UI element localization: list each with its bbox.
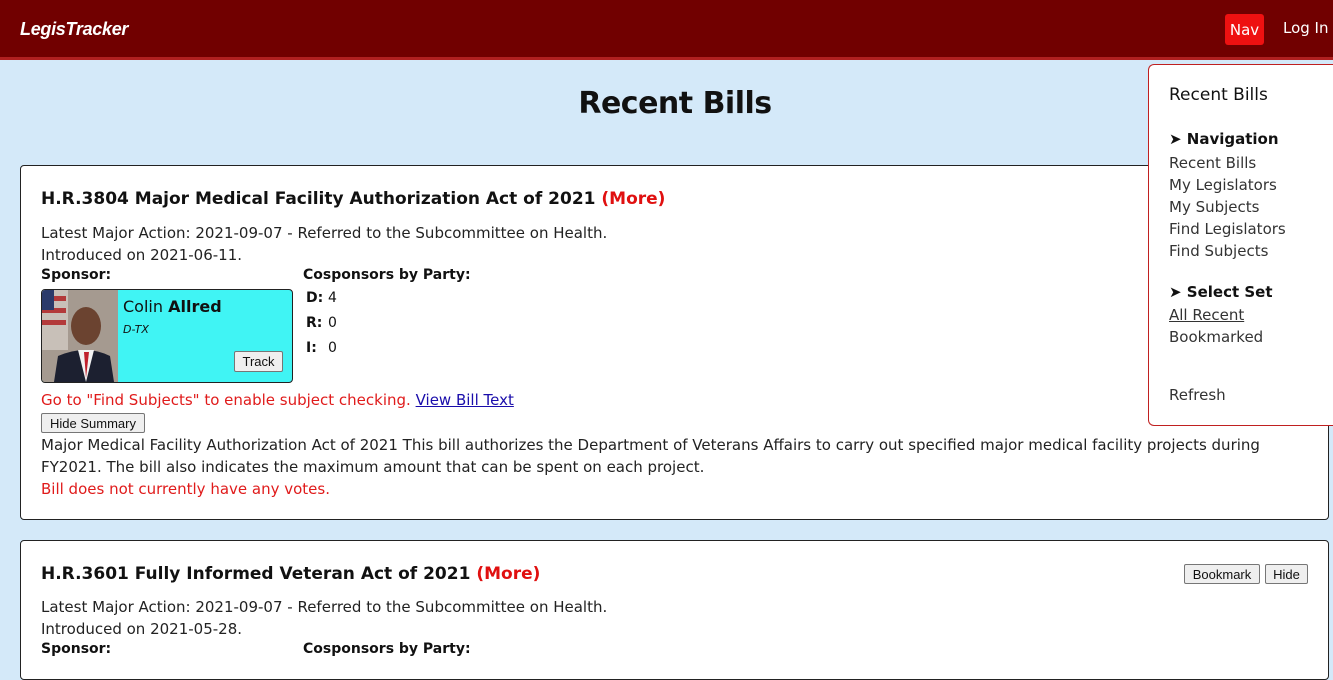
latest-action: Latest Major Action: 2021-09-07 - Referr… xyxy=(41,598,608,616)
nav-item-recent-bills[interactable]: Recent Bills xyxy=(1169,154,1256,172)
cosponsor-row-d: D: 4 xyxy=(306,290,337,306)
bill-summary: Major Medical Facility Authorization Act… xyxy=(41,436,1260,476)
set-item-bookmarked[interactable]: Bookmarked xyxy=(1169,328,1263,346)
refresh-link[interactable]: Refresh xyxy=(1169,386,1226,404)
sponsor-name: Colin Allred xyxy=(123,297,222,316)
top-bar: LegisTracker Nav Log In xyxy=(0,0,1333,60)
party-label: I: xyxy=(306,340,317,356)
party-label: R: xyxy=(306,315,323,331)
party-count: 0 xyxy=(328,315,337,331)
cosponsor-row-r: R: 0 xyxy=(306,315,337,331)
nav-dropdown-menu: Recent Bills ➤ Navigation Recent Bills M… xyxy=(1148,64,1333,426)
page-title: Recent Bills xyxy=(578,86,772,121)
hide-button[interactable]: Hide xyxy=(1265,564,1308,584)
party-count: 4 xyxy=(328,290,337,306)
bill-title-text: H.R.3601 Fully Informed Veteran Act of 2… xyxy=(41,564,471,584)
cosponsor-row-i: I: 0 xyxy=(306,340,337,356)
sponsor-portrait-image xyxy=(42,290,118,382)
view-bill-text-link[interactable]: View Bill Text xyxy=(416,391,514,409)
nav-item-my-subjects[interactable]: My Subjects xyxy=(1169,198,1259,216)
sponsor-label: Sponsor: xyxy=(41,267,112,283)
sponsor-last-name: Allred xyxy=(168,297,222,316)
latest-action: Latest Major Action: 2021-09-07 - Referr… xyxy=(41,224,608,242)
bill-title: H.R.3804 Major Medical Facility Authoriz… xyxy=(41,189,665,209)
subject-notice: Go to "Find Subjects" to enable subject … xyxy=(41,391,411,409)
nav-item-find-legislators[interactable]: Find Legislators xyxy=(1169,220,1286,238)
bill-card: H.R.3804 Major Medical Facility Authoriz… xyxy=(20,165,1329,520)
bill-card: H.R.3601 Fully Informed Veteran Act of 2… xyxy=(20,540,1329,680)
bookmark-button[interactable]: Bookmark xyxy=(1184,564,1260,584)
cosponsors-label: Cosponsors by Party: xyxy=(303,267,471,283)
subject-notice-line: Go to "Find Subjects" to enable subject … xyxy=(41,391,514,409)
nav-button[interactable]: Nav xyxy=(1225,14,1264,45)
menu-heading: Recent Bills xyxy=(1169,85,1268,105)
sponsor-photo xyxy=(42,290,118,382)
sponsor-card[interactable]: Colin Allred D-TX Track xyxy=(41,289,293,383)
login-link[interactable]: Log In xyxy=(1283,19,1329,37)
nav-item-my-legislators[interactable]: My Legislators xyxy=(1169,176,1277,194)
hide-summary-button[interactable]: Hide Summary xyxy=(41,413,145,433)
select-set-section-title: ➤ Select Set xyxy=(1169,283,1273,301)
party-count: 0 xyxy=(328,340,337,356)
track-button[interactable]: Track xyxy=(234,351,283,372)
bill-title: H.R.3601 Fully Informed Veteran Act of 2… xyxy=(41,564,540,584)
brand-logo[interactable]: LegisTracker xyxy=(20,19,128,40)
introduced-date: Introduced on 2021-06-11. xyxy=(41,246,243,264)
party-label: D: xyxy=(306,290,324,306)
navigation-section-title: ➤ Navigation xyxy=(1169,130,1279,148)
sponsor-party: D-TX xyxy=(123,323,149,336)
nav-item-find-subjects[interactable]: Find Subjects xyxy=(1169,242,1268,260)
set-item-all-recent[interactable]: All Recent xyxy=(1169,306,1244,324)
cosponsors-label: Cosponsors by Party: xyxy=(303,641,471,657)
sponsor-first-name: Colin xyxy=(123,297,163,316)
sponsor-label: Sponsor: xyxy=(41,641,112,657)
more-link[interactable]: (More) xyxy=(476,564,540,584)
more-link[interactable]: (More) xyxy=(601,189,665,209)
bill-title-text: H.R.3804 Major Medical Facility Authoriz… xyxy=(41,189,596,209)
introduced-date: Introduced on 2021-05-28. xyxy=(41,620,243,638)
votes-notice: Bill does not currently have any votes. xyxy=(41,480,330,498)
